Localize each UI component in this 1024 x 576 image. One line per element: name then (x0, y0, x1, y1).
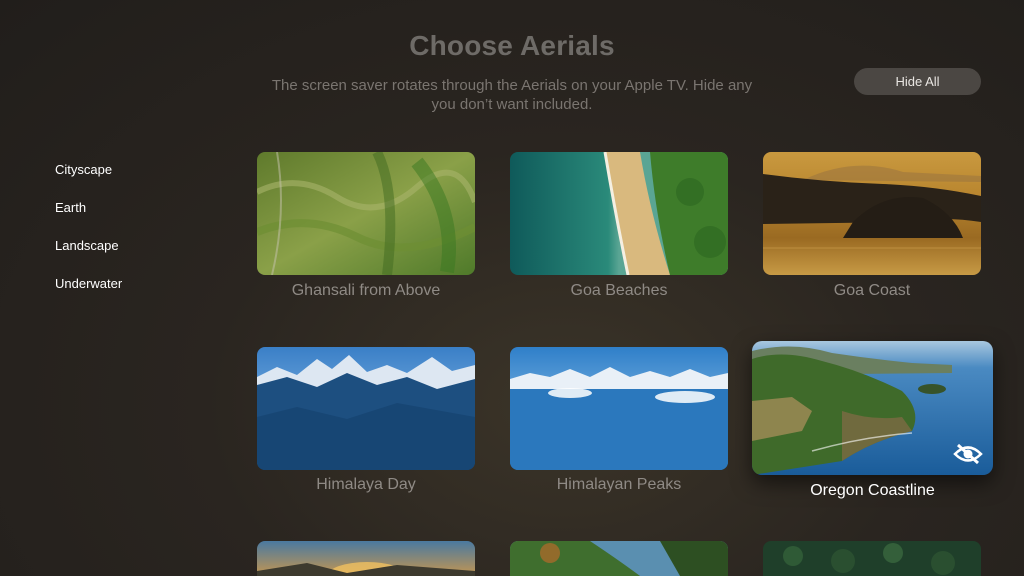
aerial-thumbnail[interactable] (257, 541, 475, 576)
aerial-thumbnail[interactable] (257, 152, 475, 275)
page-subtitle: The screen saver rotates through the Aer… (271, 77, 753, 113)
sidebar-item-underwater[interactable]: Underwater (55, 274, 122, 312)
sidebar-item-landscape[interactable]: Landscape (55, 236, 122, 274)
aerial-thumbnail[interactable] (763, 541, 981, 576)
aerial-label: Himalayan Peaks (556, 476, 682, 493)
aerial-thumbnail[interactable] (510, 541, 728, 576)
aerial-label: Oregon Coastline (810, 482, 935, 499)
sidebar-item-earth[interactable]: Earth (55, 198, 122, 236)
aerial-label: Ghansali from Above (291, 282, 441, 299)
sidebar-item-cityscape[interactable]: Cityscape (55, 160, 122, 198)
aerial-thumbnail[interactable] (763, 152, 981, 275)
hide-all-button[interactable]: Hide All (854, 68, 981, 95)
aerial-label: Goa Coast (833, 282, 911, 299)
aerial-label: Goa Beaches (570, 282, 668, 299)
aerial-label: Himalaya Day (316, 476, 416, 493)
category-sidebar: Cityscape Earth Landscape Underwater (55, 160, 122, 312)
eye-slash-icon (953, 443, 983, 465)
aerial-thumbnail[interactable] (510, 152, 728, 275)
page-title: Choose Aerials (409, 30, 615, 61)
aerial-thumbnail[interactable] (257, 347, 475, 470)
aerial-thumbnail[interactable] (510, 347, 728, 470)
aerial-thumbnail[interactable] (752, 341, 993, 475)
